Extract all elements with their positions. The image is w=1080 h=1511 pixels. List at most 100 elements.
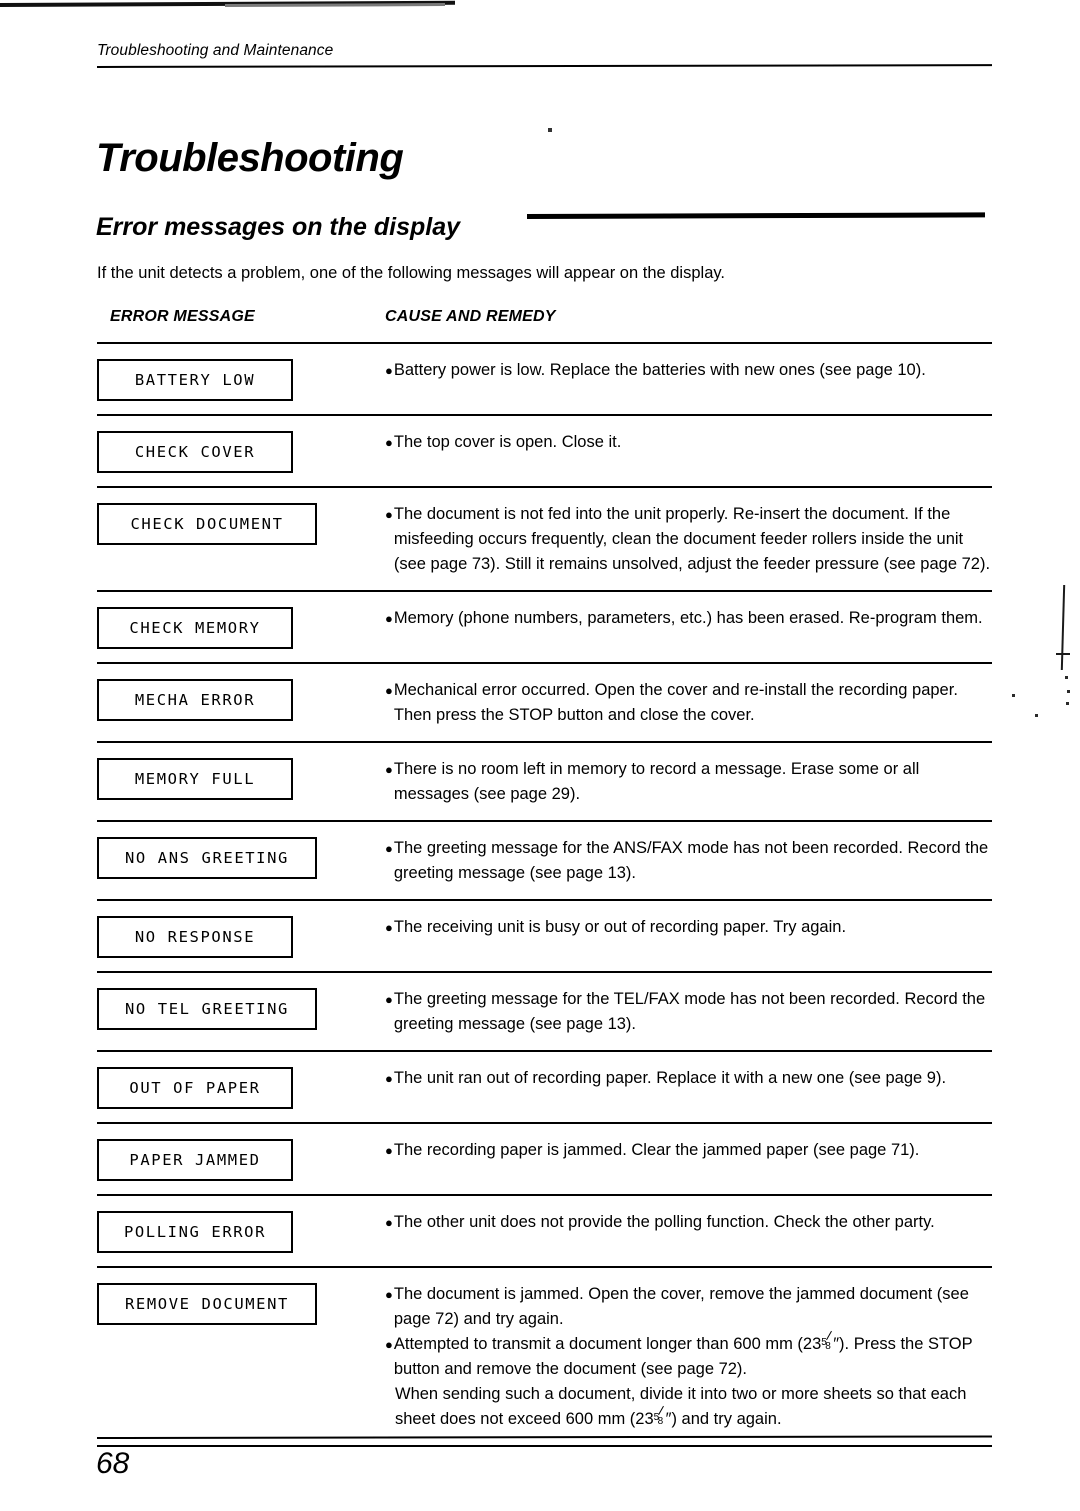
bullet-dot-icon: ●	[385, 1215, 393, 1230]
bullet-dot-icon: ●	[385, 1337, 393, 1352]
scan-speck	[1066, 702, 1069, 705]
cause-and-remedy-cell: ● The document is jammed. Open the cover,…	[385, 1281, 992, 1432]
scan-artifact-top-edge-gray	[224, 3, 446, 7]
scan-artifact-right-line	[1060, 584, 1066, 671]
bullet-dot-icon: ●	[385, 1071, 393, 1086]
bullet-item: ● The recording paper is jammed. Clear th…	[385, 1138, 992, 1163]
lcd-display-box: CHECK COVER	[97, 431, 293, 473]
error-message-cell: MECHA ERROR	[97, 677, 385, 721]
cause-and-remedy-cell: ● The other unit does not provide the pol…	[385, 1209, 992, 1235]
lcd-display-box: OUT OF PAPER	[97, 1067, 293, 1109]
cause-and-remedy-cell: ● There is no room left in memory to reco…	[385, 756, 992, 807]
bullet-dot-icon: ●	[385, 683, 393, 698]
bullet-text: The receiving unit is busy or out of rec…	[393, 918, 847, 936]
section-heading: Error messages on the display	[96, 212, 461, 241]
bullet-dot-icon: ●	[385, 507, 393, 522]
bullet-dot-icon: ●	[385, 1143, 393, 1158]
table-row: NO ANS GREETING ● The greeting message for…	[97, 822, 992, 899]
header-rule	[96, 64, 993, 68]
table-row: BATTERY LOW ● Battery power is low. Replac…	[97, 344, 992, 414]
error-message-cell: CHECK COVER	[97, 429, 385, 473]
column-header-error-message: ERROR MESSAGE	[110, 308, 255, 325]
bullet-item: ● Battery power is low. Replace the batte…	[385, 358, 992, 383]
error-message-cell: CHECK MEMORY	[97, 605, 385, 649]
bullet-text: The top cover is open. Close it.	[393, 433, 622, 451]
table-row-separator	[97, 971, 992, 973]
bullet-text: The other unit does not provide the poll…	[393, 1213, 935, 1231]
cause-and-remedy-cell: ● Mechanical error occurred. Open the cov…	[385, 677, 992, 728]
bullet-item: ● Mechanical error occurred. Open the cov…	[385, 678, 992, 728]
fraction-five-eighths: 58	[821, 1330, 833, 1352]
table-row: CHECK DOCUMENT ● The document is not fed i…	[97, 488, 992, 590]
table-row: NO TEL GREETING ● The greeting message for…	[97, 973, 992, 1050]
lcd-display-box: PAPER JAMMED	[97, 1139, 293, 1181]
bullet-item: ● The unit ran out of recording paper. Re…	[385, 1066, 992, 1091]
scan-speck	[1067, 690, 1070, 693]
bullet-item: ● There is no room left in memory to reco…	[385, 757, 992, 807]
bullet-item: ● The document is jammed. Open the cover,…	[385, 1282, 992, 1332]
lcd-display-box: NO RESPONSE	[97, 916, 293, 958]
lcd-display-box: CHECK DOCUMENT	[97, 503, 317, 545]
lcd-display-box: CHECK MEMORY	[97, 607, 293, 649]
bullet-dot-icon: ●	[385, 435, 393, 450]
table-row-separator	[97, 486, 992, 488]
bullet-text: Battery power is low. Replace the batter…	[393, 361, 926, 379]
bullet-item: ● The top cover is open. Close it.	[385, 430, 992, 455]
table-row-separator	[97, 590, 992, 592]
fraction-five-eighths: 58	[654, 1405, 666, 1427]
bullet-text: The document is not fed into the unit pr…	[393, 505, 991, 573]
bullet-item: ● The document is not fed into the unit p…	[385, 502, 992, 577]
scan-speck	[1035, 714, 1038, 717]
section-heading-rule	[526, 212, 986, 219]
bullet-text: There is no room left in memory to recor…	[393, 760, 920, 803]
table-row-separator	[97, 1445, 992, 1447]
table-row: NO RESPONSE ● The receiving unit is busy o…	[97, 901, 992, 971]
error-message-cell: BATTERY LOW	[97, 357, 385, 401]
table-row-separator	[97, 1122, 992, 1124]
table-row-separator	[97, 1050, 992, 1052]
bullet-dot-icon: ●	[385, 920, 393, 935]
error-message-cell: NO ANS GREETING	[97, 835, 385, 879]
bullet-item: ● The receiving unit is busy or out of re…	[385, 915, 992, 940]
scan-speck	[548, 128, 552, 132]
table-row: POLLING ERROR ● The other unit does not pr…	[97, 1196, 992, 1266]
bullet-text: Mechanical error occurred. Open the cove…	[393, 681, 958, 724]
table-row-separator	[97, 1266, 992, 1268]
lcd-display-box: POLLING ERROR	[97, 1211, 293, 1253]
table-row-separator	[97, 414, 992, 416]
error-message-cell: NO TEL GREETING	[97, 986, 385, 1030]
bullet-dot-icon: ●	[385, 841, 393, 856]
lcd-display-box: MECHA ERROR	[97, 679, 293, 721]
cause-and-remedy-cell: ● The recording paper is jammed. Clear th…	[385, 1137, 992, 1163]
error-message-table: BATTERY LOW ● Battery power is low. Replac…	[97, 342, 992, 1447]
error-message-cell: NO RESPONSE	[97, 914, 385, 958]
table-row: MEMORY FULL ● There is no room left in mem…	[97, 743, 992, 820]
bullet-dot-icon: ●	[385, 611, 393, 626]
lcd-display-box: REMOVE DOCUMENT	[97, 1283, 317, 1325]
cause-and-remedy-cell: ● The unit ran out of recording paper. Re…	[385, 1065, 992, 1091]
bullet-text: The greeting message for the TEL/FAX mod…	[393, 990, 986, 1033]
bullet-item: ● The greeting message for the TEL/FAX mo…	[385, 987, 992, 1037]
cause-and-remedy-cell: ● Battery power is low. Replace the batte…	[385, 357, 992, 383]
table-row: REMOVE DOCUMENT ● The document is jammed. …	[97, 1268, 992, 1445]
error-message-cell: REMOVE DOCUMENT	[97, 1281, 385, 1325]
table-row: OUT OF PAPER ● The unit ran out of recordi…	[97, 1052, 992, 1122]
running-head: Troubleshooting and Maintenance	[97, 42, 334, 59]
lcd-display-box: NO ANS GREETING	[97, 837, 317, 879]
cause-and-remedy-cell: ● The document is not fed into the unit p…	[385, 501, 992, 577]
cause-and-remedy-cell: ● The receiving unit is busy or out of re…	[385, 914, 992, 940]
bullet-dot-icon: ●	[385, 762, 393, 777]
bullet-text: The document is jammed. Open the cover, …	[393, 1285, 969, 1328]
cause-and-remedy-cell: ● Memory (phone numbers, parameters, etc.…	[385, 605, 992, 631]
cause-and-remedy-cell: ● The greeting message for the TEL/FAX mo…	[385, 986, 992, 1037]
table-row-separator	[97, 820, 992, 822]
error-message-cell: PAPER JAMMED	[97, 1137, 385, 1181]
page-title: Troubleshooting	[96, 135, 404, 180]
bullet-dot-icon: ●	[385, 363, 393, 378]
bullet-item: ● Attempted to transmit a document longer…	[385, 1330, 992, 1382]
cause-and-remedy-cell: ● The greeting message for the ANS/FAX mo…	[385, 835, 992, 886]
table-row: PAPER JAMMED ● The recording paper is jamm…	[97, 1124, 992, 1194]
table-row: CHECK COVER ● The top cover is open. Close…	[97, 416, 992, 486]
error-message-cell: MEMORY FULL	[97, 756, 385, 800]
table-row: CHECK MEMORY ● Memory (phone numbers, para…	[97, 592, 992, 662]
